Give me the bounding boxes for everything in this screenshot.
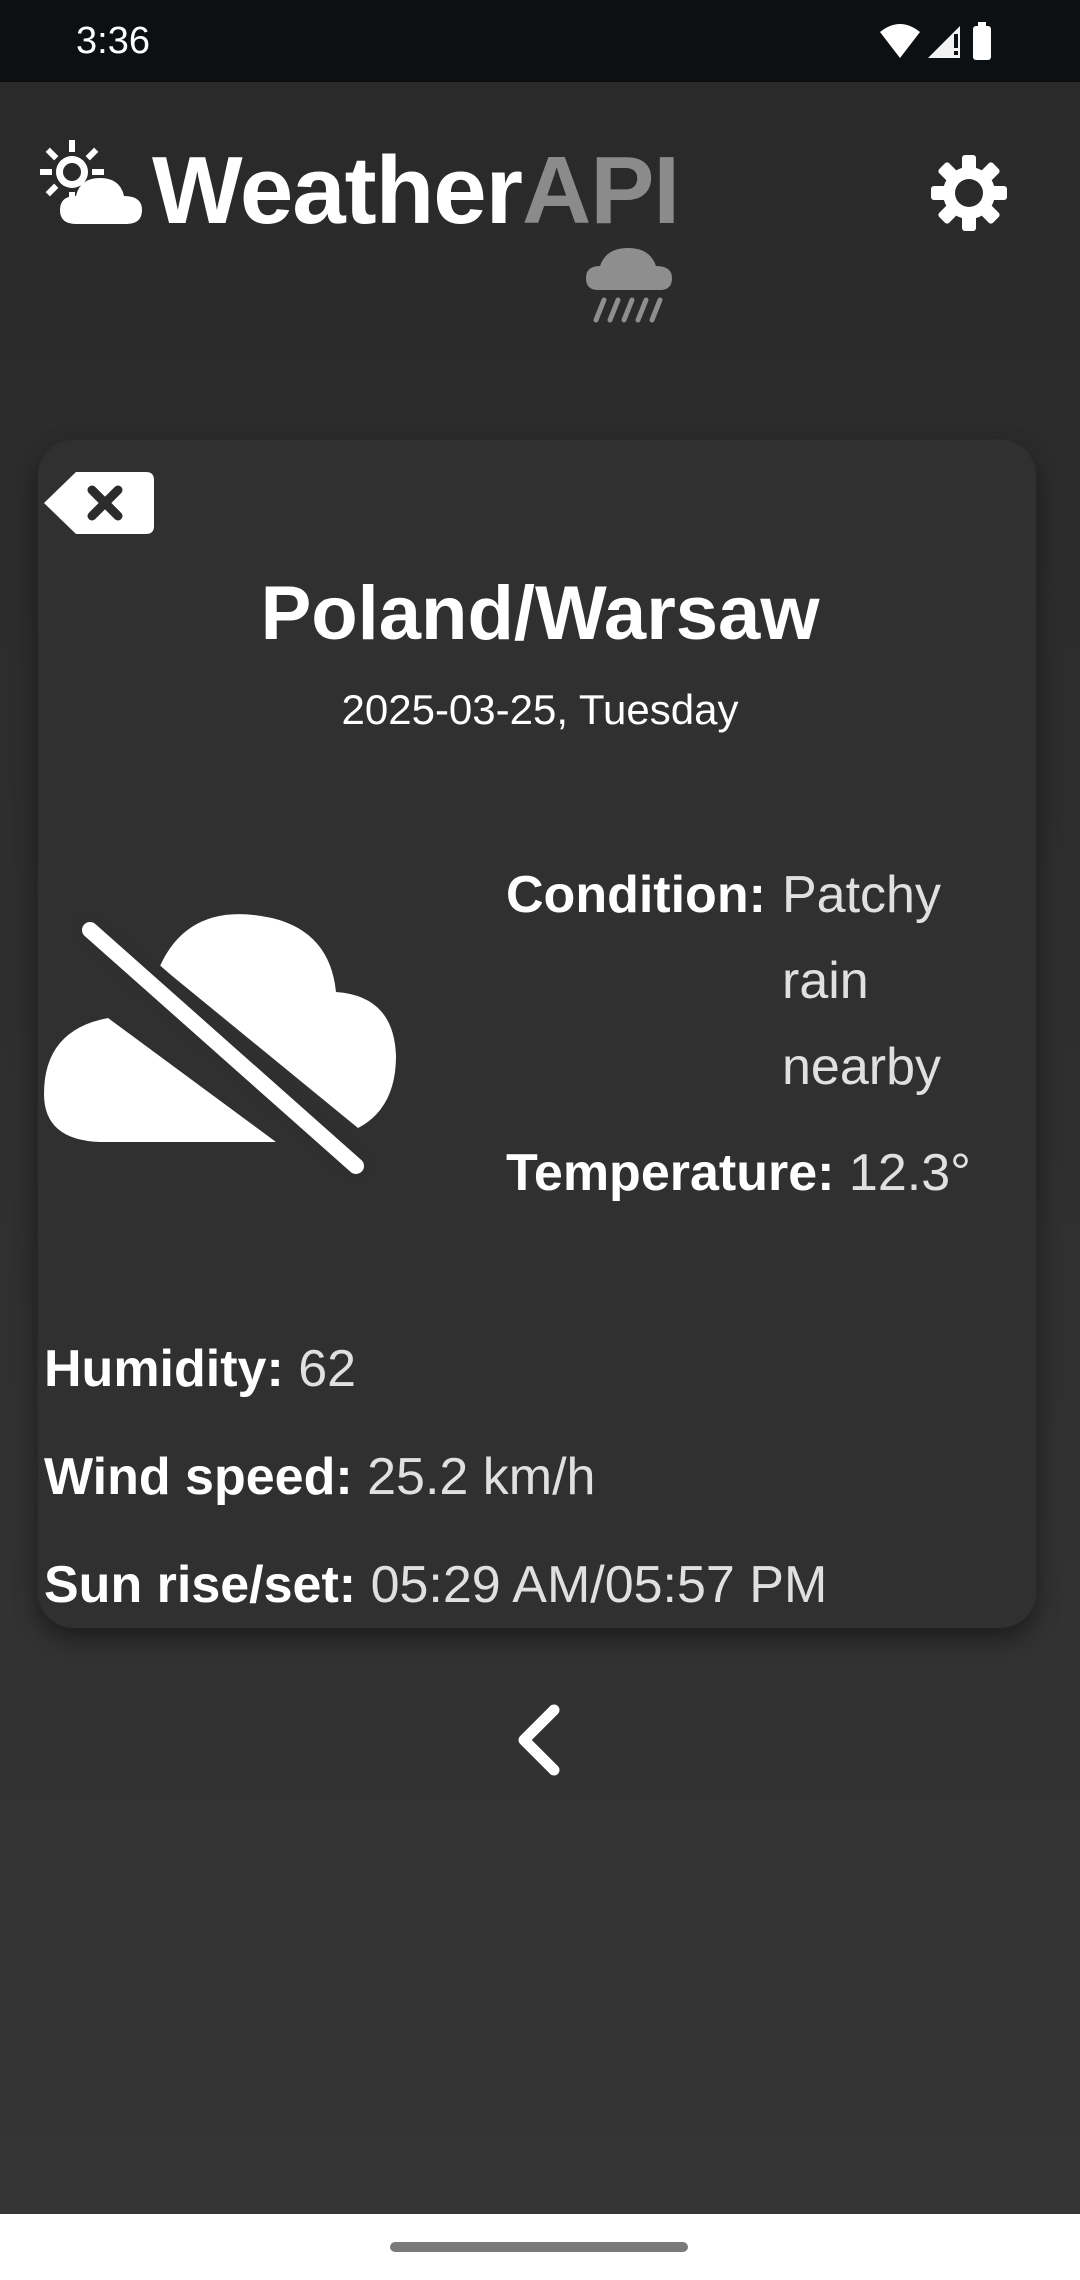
gear-icon — [931, 155, 1007, 231]
temperature-row: Temperature: 12.3° — [506, 1130, 971, 1216]
humidity-label: Humidity: — [44, 1340, 284, 1398]
condition-value: Patchy rain nearby — [782, 866, 941, 1096]
status-icons — [878, 20, 1008, 62]
status-bar: 3:36 — [0, 0, 1080, 82]
wind-speed-value: 25.2 km/h — [367, 1448, 596, 1506]
logo-text-api: API — [522, 137, 680, 244]
wind-speed-label: Wind speed: — [44, 1448, 353, 1506]
logo-text-weather: Weather — [152, 137, 523, 244]
temperature-label: Temperature: — [506, 1144, 835, 1202]
wind-speed-row: Wind speed: 25.2 km/h — [44, 1434, 595, 1520]
home-gesture-handle[interactable] — [390, 2242, 688, 2252]
humidity-value: 62 — [298, 1340, 357, 1398]
cloud-off-icon — [44, 910, 396, 1180]
settings-button[interactable] — [926, 150, 1012, 236]
status-time: 3:36 — [76, 20, 150, 62]
sun-cloud-icon — [40, 140, 142, 224]
system-navigation-bar — [0, 2214, 1080, 2280]
sun-rise-set-value: 05:29 AM/05:57 PM — [370, 1556, 828, 1614]
cellular-signal-icon — [928, 26, 960, 58]
condition-label: Condition: — [506, 866, 766, 924]
wifi-icon — [880, 24, 920, 58]
humidity-row: Humidity: 62 — [44, 1326, 356, 1412]
battery-icon — [973, 22, 991, 60]
backspace-x-icon — [44, 472, 154, 534]
forecast-date: 2025-03-25, Tuesday — [341, 686, 739, 733]
sun-rise-set-label: Sun rise/set: — [44, 1556, 357, 1614]
back-button[interactable] — [496, 1696, 584, 1784]
location-title: Poland/Warsaw — [260, 571, 820, 656]
temperature-value: 12.3° — [848, 1144, 971, 1202]
sun-rise-set-row: Sun rise/set: 05:29 AM/05:57 PM — [44, 1542, 827, 1628]
delete-location-button[interactable] — [42, 470, 156, 536]
chevron-left-icon — [518, 1704, 560, 1776]
app-logo: WeatherAPI — [40, 130, 680, 330]
logo-wordmark: WeatherAPI — [152, 136, 680, 246]
rain-cloud-icon — [586, 248, 672, 323]
